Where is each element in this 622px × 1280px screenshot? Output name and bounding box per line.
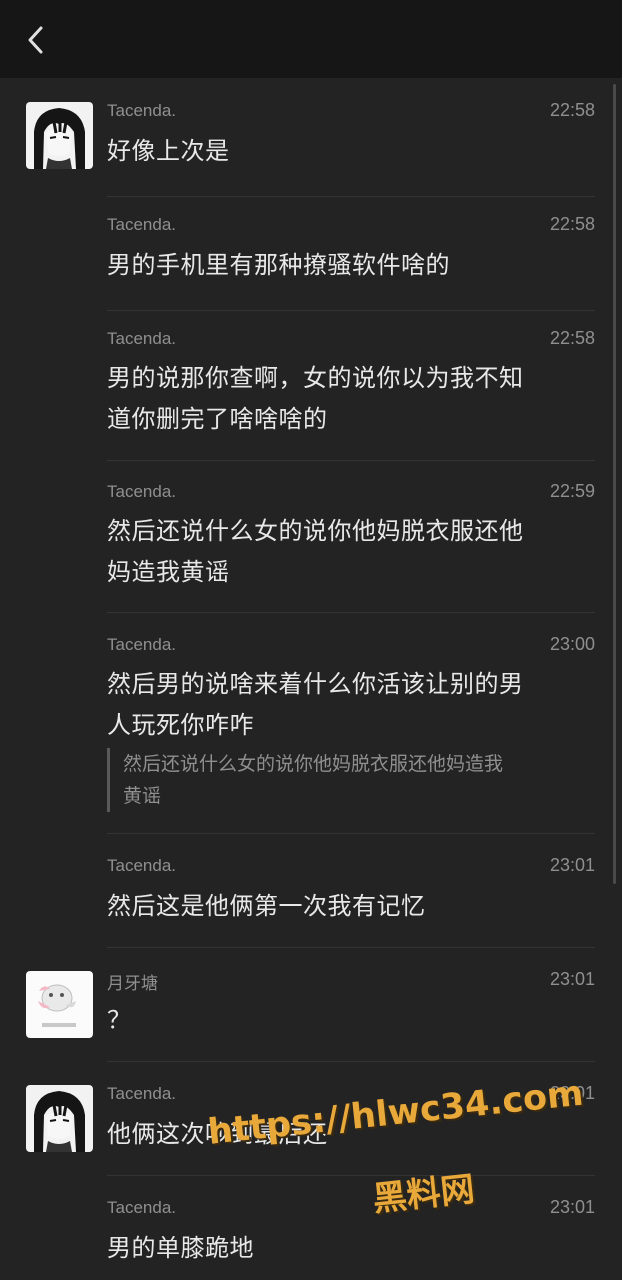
- anime-portrait-avatar-icon: [26, 102, 93, 169]
- message-time: 23:01: [549, 1083, 595, 1103]
- message-text: 然后还说什么女的说你他妈脱衣服还他 妈造我黄谣: [107, 511, 595, 593]
- sender-name: Tacenda.: [107, 482, 176, 501]
- divider: [107, 460, 595, 461]
- divider: [107, 612, 595, 613]
- message-time: 23:00: [549, 634, 595, 654]
- message-text-line: 男的说那你查啊，女的说你以为我不知: [107, 364, 524, 392]
- scrollbar[interactable]: [613, 84, 616, 884]
- divider: [107, 310, 595, 311]
- sender-name: Tacenda.: [107, 329, 176, 348]
- sender-name: Tacenda.: [107, 856, 176, 875]
- chevron-left-icon: [28, 26, 43, 54]
- anime-portrait-avatar-icon: [26, 1085, 93, 1152]
- message-text-line: 道你删完了啥啥啥的: [107, 405, 328, 433]
- divider: [107, 947, 595, 948]
- divider: [107, 1175, 595, 1176]
- sender-name: Tacenda.: [107, 635, 176, 654]
- message-text: ？: [107, 1006, 132, 1034]
- message-text-line: 然后还说什么女的说你他妈脱衣服还他: [107, 517, 524, 545]
- message-text: 男的手机里有那种撩骚软件啥的: [107, 251, 450, 279]
- message-time: 22:58: [549, 100, 595, 120]
- divider: [107, 833, 595, 834]
- quote-text-line: 黄谣: [123, 785, 162, 807]
- message-time: 22:58: [549, 328, 595, 348]
- watermark: https://hlwc34.com 黑料网: [0, 0, 622, 1280]
- message-time: 22:59: [549, 481, 595, 501]
- sender-name: Tacenda.: [107, 101, 176, 120]
- message-time: 23:01: [549, 969, 595, 989]
- watermark-site-name: 黑料网: [370, 1169, 477, 1220]
- message-text-line: 然后男的说啥来着什么你活该让别的男: [107, 670, 524, 698]
- sender-name: Tacenda.: [107, 1084, 176, 1103]
- avatar[interactable]: [26, 102, 93, 169]
- message-time: 22:58: [549, 214, 595, 234]
- top-bar: [0, 0, 622, 78]
- cartoon-avatar-icon: [26, 971, 93, 1038]
- sender-name: Tacenda.: [107, 215, 176, 234]
- message-text-line: 人玩死你咋咋: [107, 711, 254, 739]
- message-time: 23:01: [549, 1197, 595, 1217]
- quoted-message[interactable]: 然后还说什么女的说你他妈脱衣服还他妈造我 黄谣: [107, 748, 611, 812]
- sender-name: Tacenda.: [107, 1198, 176, 1217]
- avatar[interactable]: [26, 1085, 93, 1152]
- sender-name: 月牙塘: [107, 974, 158, 993]
- quote-text-line: 然后还说什么女的说你他妈脱衣服还他妈造我: [123, 753, 504, 775]
- message-text: 然后男的说啥来着什么你活该让别的男 人玩死你咋咋: [107, 664, 595, 746]
- avatar[interactable]: [26, 971, 93, 1038]
- message-text: 男的单膝跪地: [107, 1234, 254, 1262]
- message-text: 他俩这次吵到最后还: [107, 1120, 328, 1148]
- divider: [107, 1061, 595, 1062]
- divider: [107, 196, 595, 197]
- message-time: 23:01: [549, 855, 595, 875]
- message-text-line: 妈造我黄谣: [107, 558, 230, 586]
- message-text: 好像上次是: [107, 137, 230, 165]
- back-button[interactable]: [18, 22, 54, 58]
- message-text: 然后这是他俩第一次我有记忆: [107, 892, 426, 920]
- message-text: 男的说那你查啊，女的说你以为我不知 道你删完了啥啥啥的: [107, 358, 595, 440]
